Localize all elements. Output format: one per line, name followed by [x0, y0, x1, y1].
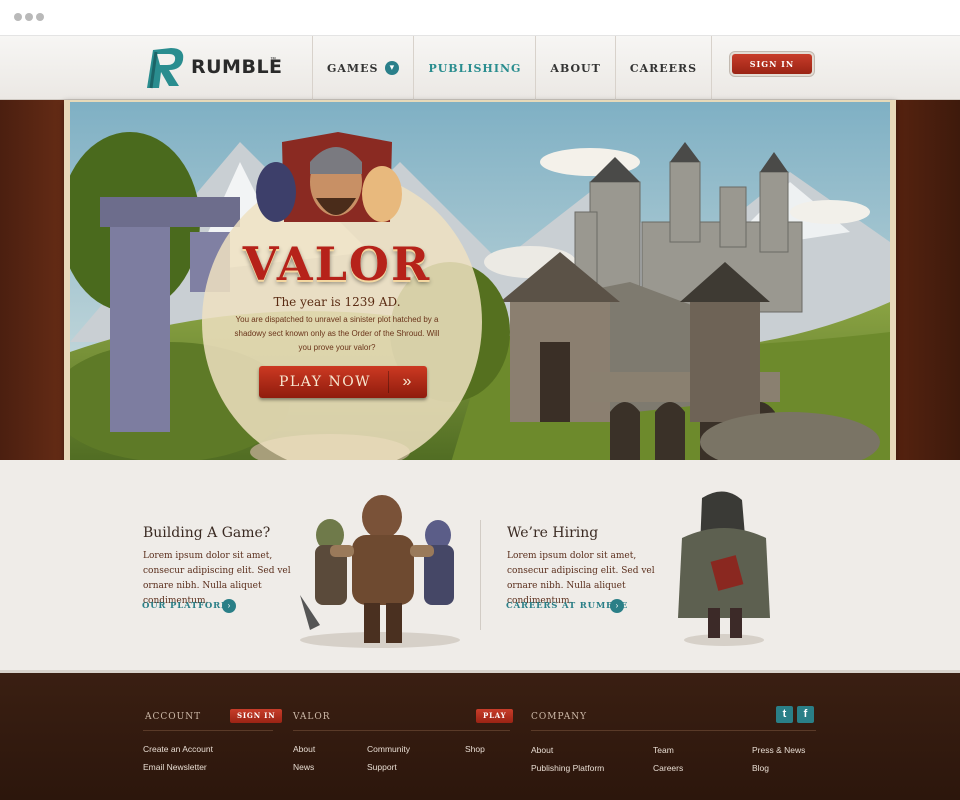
- hero-description: You are dispatched to unravel a sinister…: [234, 315, 440, 352]
- nav-about[interactable]: ABOUT: [535, 36, 614, 100]
- footer-link-community[interactable]: Community: [367, 744, 410, 754]
- hooded-rogue-illustration: [678, 491, 770, 646]
- nav-games[interactable]: GAMES ▾: [312, 36, 413, 100]
- promo-body: Lorem ipsum dolor sit amet, consecur adi…: [507, 551, 655, 606]
- footer-link-careers[interactable]: Careers: [653, 763, 683, 773]
- promo-title: We’re Hiring: [507, 525, 599, 541]
- footer-play-button[interactable]: PLAY: [476, 709, 514, 723]
- footer-link-publishing-platform[interactable]: Publishing Platform: [531, 763, 604, 773]
- footer-rule: [143, 730, 273, 731]
- double-chevron-right-icon: »: [402, 373, 412, 390]
- play-now-button[interactable]: PLAY NOW »: [259, 366, 427, 398]
- footer-link-valor-about[interactable]: About: [293, 744, 315, 754]
- footer-account-heading: ACCOUNT: [145, 712, 202, 722]
- footer-link-valor-news[interactable]: News: [293, 762, 314, 772]
- footer-link-press-news[interactable]: Press & News: [752, 745, 805, 755]
- valor-castle-scene-image: [70, 102, 890, 466]
- play-now-label: PLAY NOW: [279, 374, 372, 390]
- rumble-logo[interactable]: RUMBLE ™: [143, 44, 283, 92]
- chevron-down-icon[interactable]: ▾: [385, 61, 400, 75]
- orc-warriors-illustration: [300, 495, 460, 648]
- window-dot-icon[interactable]: [14, 13, 22, 21]
- trademark-symbol: ™: [270, 57, 276, 63]
- footer-sign-in-button[interactable]: SIGN IN: [230, 709, 283, 723]
- rumble-r-logo-icon: [147, 48, 184, 89]
- play-button-divider: [388, 371, 389, 393]
- hero-tagline: The year is 1239 AD.: [273, 295, 401, 309]
- window-dot-icon[interactable]: [25, 13, 33, 21]
- footer-link-create-account[interactable]: Create an Account: [143, 744, 213, 754]
- footer-rule: [531, 730, 816, 731]
- footer-link-team[interactable]: Team: [653, 745, 674, 755]
- footer-link-blog[interactable]: Blog: [752, 763, 769, 773]
- hero-illustration: [70, 102, 890, 466]
- main-nav: GAMES ▾ PUBLISHING ABOUT CAREERS: [312, 36, 713, 100]
- footer-link-shop[interactable]: Shop: [465, 744, 485, 754]
- footer-link-company-about[interactable]: About: [531, 745, 553, 755]
- footer-link-support[interactable]: Support: [367, 762, 397, 772]
- nav-games-label: GAMES: [327, 61, 379, 75]
- building-game-promo: Building A Game? Lorem ipsum dolor sit a…: [143, 525, 313, 609]
- valor-game-title: VALOR: [242, 237, 432, 291]
- hiring-promo: We’re Hiring Lorem ipsum dolor sit amet,…: [507, 525, 677, 609]
- footer-valor-heading: VALOR: [293, 712, 331, 722]
- nav-publishing-label: PUBLISHING: [428, 61, 522, 75]
- footer-link-email-newsletter[interactable]: Email Newsletter: [143, 762, 207, 772]
- site-footer: [0, 670, 960, 800]
- facebook-icon[interactable]: f: [797, 706, 814, 723]
- footer-company-heading: COMPANY: [531, 712, 588, 722]
- nav-careers[interactable]: CAREERS: [614, 36, 713, 100]
- nav-careers-label: CAREERS: [629, 61, 698, 75]
- arrow-right-circle-icon[interactable]: ›: [610, 599, 624, 613]
- section-divider: [480, 520, 481, 630]
- footer-rule: [293, 730, 510, 731]
- logo-wordmark: RUMBLE: [191, 56, 283, 78]
- nav-publishing[interactable]: PUBLISHING: [413, 36, 535, 100]
- promo-title: Building A Game?: [143, 525, 271, 541]
- window-dot-icon[interactable]: [36, 13, 44, 21]
- sign-in-button[interactable]: SIGN IN: [732, 54, 812, 74]
- hero-copy: VALOR The year is 1239 AD. You are dispa…: [224, 237, 450, 355]
- our-platform-link[interactable]: OUR PLATFORM: [142, 601, 231, 611]
- nav-about-label: ABOUT: [550, 61, 601, 75]
- arrow-right-circle-icon[interactable]: ›: [222, 599, 236, 613]
- site-header: RUMBLE ™ GAMES ▾ PUBLISHING ABOUT CAREER…: [0, 36, 960, 100]
- browser-chrome: [0, 0, 960, 36]
- twitter-icon[interactable]: t: [776, 706, 793, 723]
